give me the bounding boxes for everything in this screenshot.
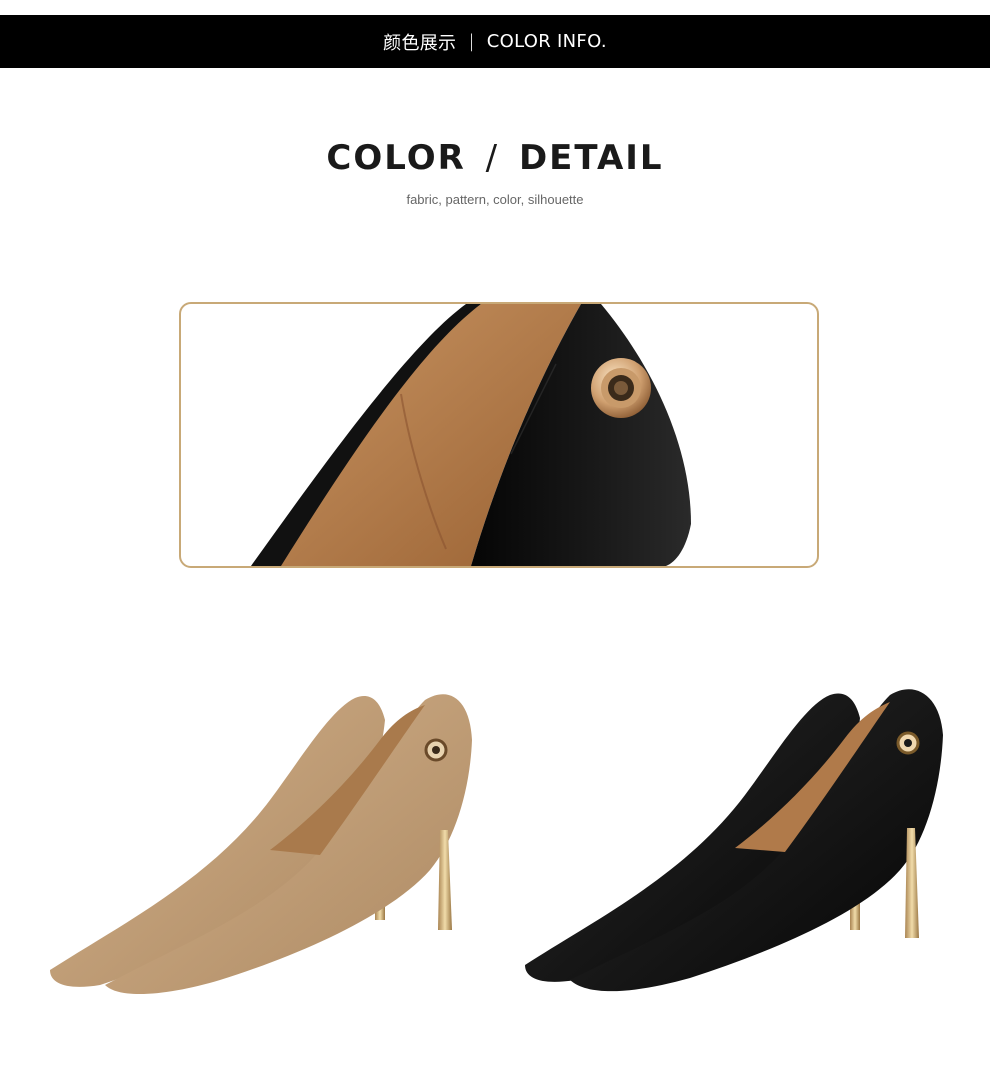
- black-pump-image: [525, 689, 943, 992]
- detail-closeup-frame: [179, 302, 819, 568]
- section-heading: COLOR / DETAIL: [0, 138, 990, 178]
- black-pump-product: [515, 680, 955, 1020]
- heading-detail: DETAIL: [518, 138, 664, 178]
- khaki-pump-product: [40, 680, 480, 1020]
- heading-slash: /: [485, 138, 500, 178]
- section-subheading: fabric, pattern, color, silhouette: [406, 192, 584, 207]
- heading-color: COLOR: [326, 138, 466, 178]
- header-title-cn: 颜色展示: [383, 32, 457, 54]
- heel-eyelet-closeup-image: [251, 304, 691, 566]
- header-title-en: COLOR INFO.: [486, 31, 607, 52]
- khaki-pump-image: [50, 694, 472, 995]
- header-separator: |: [468, 31, 475, 52]
- color-info-header-bar: 颜色展示 | COLOR INFO.: [0, 15, 990, 68]
